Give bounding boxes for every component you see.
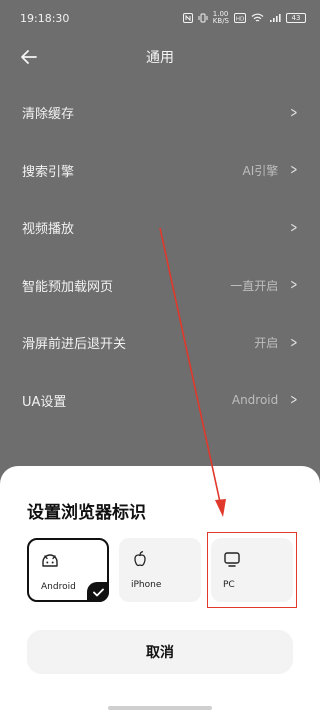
- android-icon: [41, 552, 59, 570]
- setting-label: 视频播放: [22, 222, 75, 238]
- status-icons: 1.00 KB/S HD 43: [182, 11, 306, 25]
- setting-label: 清除缓存: [22, 107, 75, 123]
- chevron-right-icon: >: [290, 334, 298, 351]
- apple-icon: [131, 550, 149, 568]
- chevron-right-icon: >: [290, 392, 298, 409]
- header: 通用: [0, 36, 320, 78]
- setting-label: UA设置: [22, 394, 67, 410]
- setting-video-playback[interactable]: 视频播放 >: [0, 199, 320, 257]
- setting-swipe-navigation[interactable]: 滑屏前进后退开关 开启 >: [0, 314, 320, 372]
- vibrate-icon: [198, 13, 208, 23]
- check-icon: [87, 582, 109, 602]
- ua-option-label: PC: [223, 580, 235, 590]
- monitor-icon: [223, 550, 241, 568]
- page-title: 通用: [146, 50, 174, 66]
- status-bar: 19:18:30 1.00 KB/S HD 43: [0, 0, 320, 36]
- setting-clear-cache[interactable]: 清除缓存 >: [0, 84, 320, 142]
- setting-smart-preload[interactable]: 智能预加载网页 一直开启 >: [0, 257, 320, 315]
- setting-ua[interactable]: UA设置 Android >: [0, 372, 320, 430]
- hd-icon: HD: [234, 13, 246, 23]
- svg-text:HD: HD: [236, 16, 244, 22]
- setting-value: AI引擎: [242, 163, 279, 178]
- ua-bottom-sheet: 设置浏览器标识 Android iPhone PC 取消: [0, 466, 320, 715]
- setting-search-engine[interactable]: 搜索引擎 AI引擎 >: [0, 142, 320, 200]
- home-indicator: [108, 706, 212, 710]
- ua-option-label: iPhone: [131, 580, 162, 590]
- sheet-title: 设置浏览器标识: [27, 503, 146, 523]
- ua-option-label: Android: [41, 582, 76, 592]
- nfc-icon: [182, 13, 193, 23]
- wifi-icon: [251, 13, 264, 23]
- network-speed: 1.00 KB/S: [213, 11, 229, 25]
- settings-list: 清除缓存 > 搜索引擎 AI引擎 > 视频播放 > 智能预加载网页 一直开启 > 滑…: [0, 84, 320, 429]
- chevron-right-icon: >: [290, 162, 298, 179]
- setting-label: 智能预加载网页: [22, 279, 114, 295]
- chevron-right-icon: >: [290, 104, 298, 121]
- setting-label: 滑屏前进后退开关: [22, 337, 127, 353]
- status-time: 19:18:30: [20, 11, 70, 25]
- ua-option-iphone[interactable]: iPhone: [119, 538, 201, 602]
- cancel-button[interactable]: 取消: [27, 630, 293, 674]
- setting-value: 一直开启: [230, 278, 279, 293]
- signal-icon: [269, 13, 281, 23]
- network-speed-unit: KB/S: [212, 17, 229, 25]
- ua-option-pc[interactable]: PC: [211, 538, 293, 602]
- battery-icon: 43: [286, 13, 306, 23]
- setting-value: Android: [231, 393, 279, 408]
- setting-value: 开启: [254, 336, 279, 351]
- chevron-right-icon: >: [290, 219, 298, 236]
- setting-label: 搜索引擎: [22, 164, 75, 180]
- chevron-right-icon: >: [290, 277, 298, 294]
- ua-option-android[interactable]: Android: [27, 538, 109, 602]
